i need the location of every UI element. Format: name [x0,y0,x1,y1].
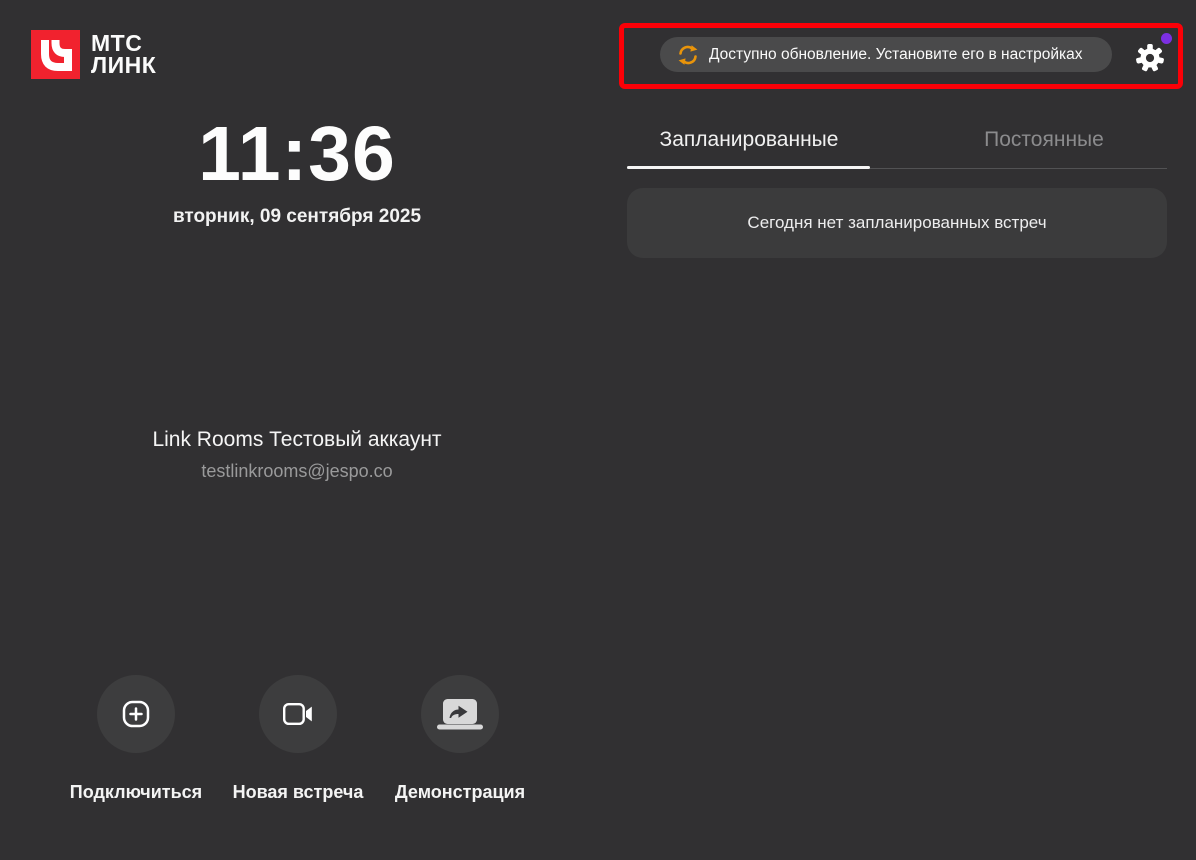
screen-share-button[interactable]: Демонстрация [360,675,560,803]
mts-link-logo [31,30,80,79]
brand-wordmark: МТС ЛИНК [91,32,157,78]
account-email: testlinkrooms@jespo.co [201,461,393,481]
clock-date: вторник, 09 сентября 2025 [172,206,422,227]
brand-line2: ЛИНК [91,52,157,78]
account-name: Link Rooms Тестовый аккаунт [152,428,442,451]
no-meetings-card: Сегодня нет запланированных встреч [627,188,1167,258]
plus-square-icon [122,700,150,728]
tab-scheduled[interactable]: Запланированные [609,128,889,152]
settings-button[interactable] [1132,40,1168,76]
screen-share-circle[interactable] [421,675,499,753]
clock-time: 11:36 [198,111,396,197]
tab-permanent[interactable]: Постоянные [904,128,1184,152]
screen-share-icon [437,698,483,729]
active-tab-underline [627,166,870,169]
notification-dot [1161,33,1172,44]
mts-link-logo-glyph [41,40,72,71]
no-meetings-message: Сегодня нет запланированных встреч [747,213,1047,232]
join-meeting-circle[interactable] [97,675,175,753]
screen-share-label: Демонстрация [394,782,526,802]
sync-icon [678,44,698,65]
update-notification-text: Доступно обновление. Установите его в на… [709,45,1083,63]
new-meeting-label: Новая встреча [232,782,364,802]
update-notification-pill[interactable]: Доступно обновление. Установите его в на… [660,37,1112,72]
video-camera-icon [283,703,312,725]
join-meeting-label: Подключиться [69,782,203,802]
new-meeting-circle[interactable] [259,675,337,753]
gear-icon [1136,44,1164,72]
